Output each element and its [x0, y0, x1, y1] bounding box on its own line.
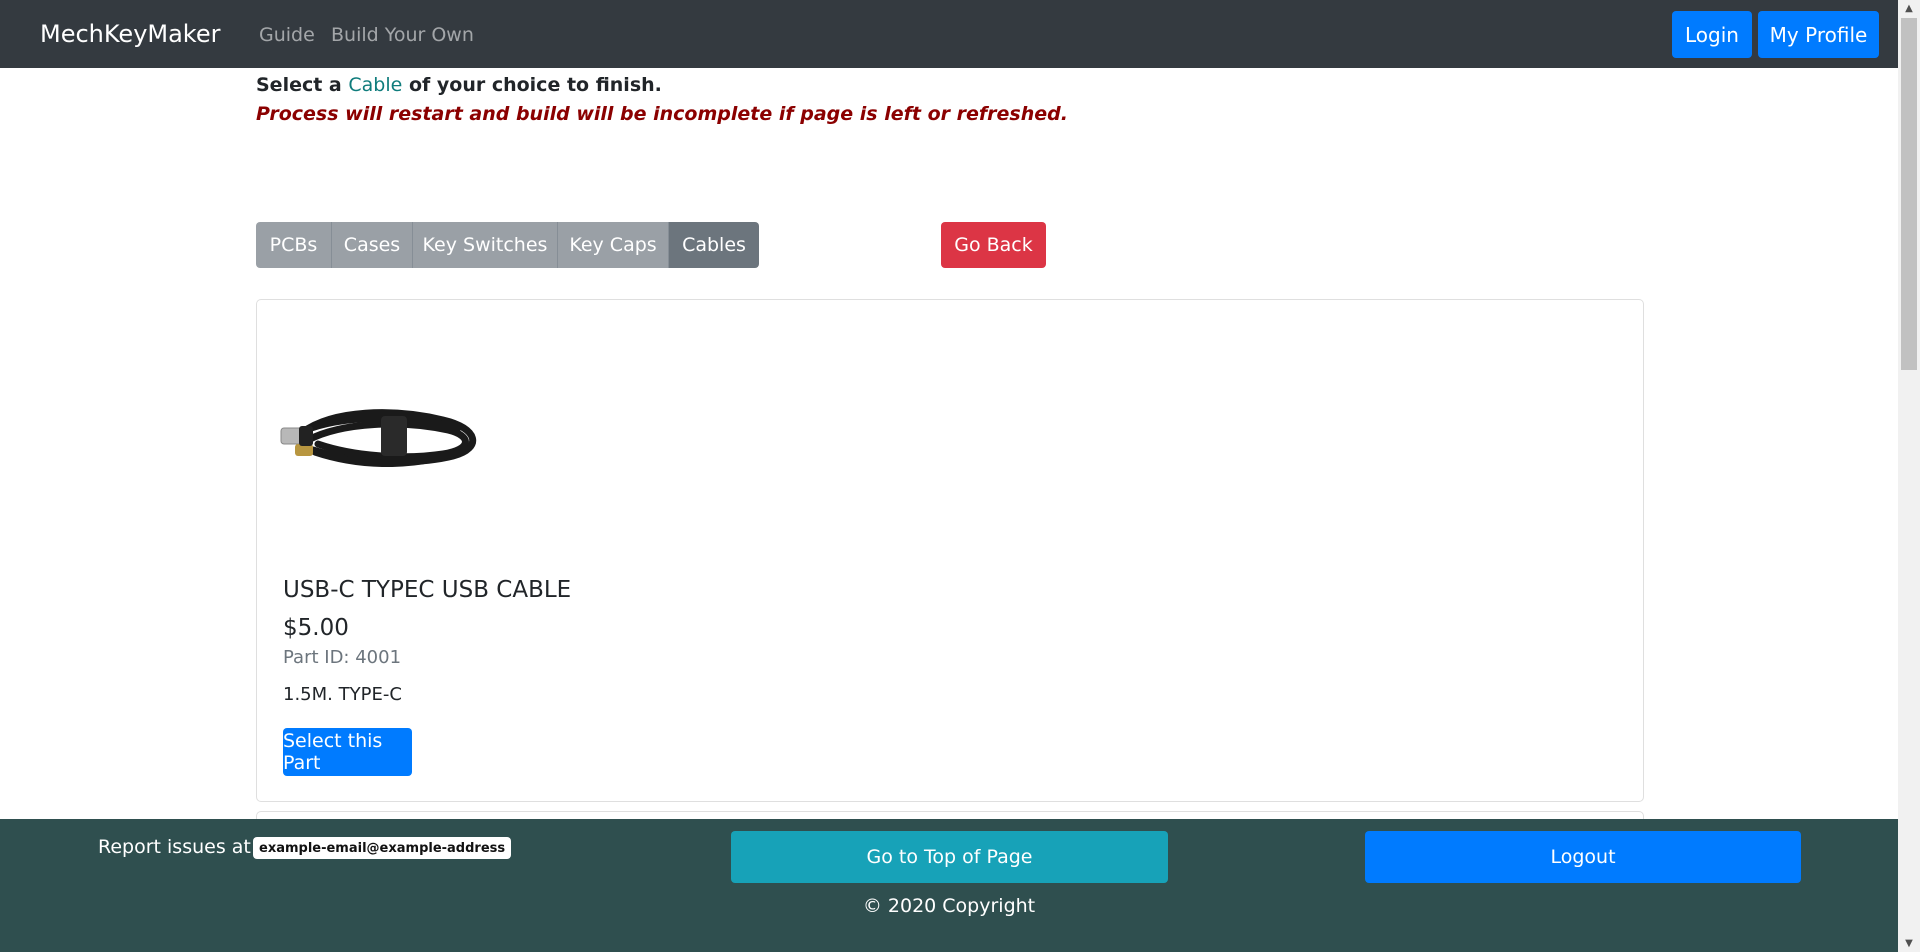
report-email-badge: example-email@example-address: [253, 837, 512, 859]
instruction-highlight: Cable: [348, 74, 403, 96]
tab-pcbs[interactable]: PCBs: [256, 222, 332, 268]
my-profile-button[interactable]: My Profile: [1758, 11, 1879, 58]
login-button[interactable]: Login: [1672, 11, 1752, 58]
tab-key-caps[interactable]: Key Caps: [558, 222, 669, 268]
page-scrollbar[interactable]: ▲ ▼: [1898, 0, 1920, 952]
tab-cables[interactable]: Cables: [669, 222, 759, 268]
product-price: $5.00: [283, 615, 349, 641]
go-to-top-button[interactable]: Go to Top of Page: [731, 831, 1168, 883]
footer: Report issues at example-email@example-a…: [0, 819, 1898, 952]
go-back-button[interactable]: Go Back: [941, 222, 1046, 268]
usb-cable-image: [280, 409, 477, 468]
part-category-tabs: PCBs Cases Key Switches Key Caps Cables: [256, 222, 759, 268]
warning-text: Process will restart and build will be i…: [256, 103, 1068, 125]
nav-link-build-your-own[interactable]: Build Your Own: [331, 24, 474, 46]
instruction-prefix: Select a: [256, 74, 349, 96]
product-part-id: Part ID: 4001: [283, 647, 402, 668]
tab-cases[interactable]: Cases: [332, 222, 413, 268]
product-name: USB-C TYPEC USB CABLE: [283, 577, 572, 603]
tab-key-switches[interactable]: Key Switches: [413, 222, 558, 268]
scrollbar-thumb[interactable]: [1901, 18, 1917, 370]
nav-link-guide[interactable]: Guide: [259, 24, 315, 46]
navbar: MechKeyMaker Guide Build Your Own Login …: [0, 0, 1898, 68]
select-part-button[interactable]: Select this Part: [283, 728, 412, 776]
scroll-up-arrow-icon[interactable]: ▲: [1898, 0, 1920, 17]
scroll-down-arrow-icon[interactable]: ▼: [1898, 935, 1920, 952]
product-description: 1.5M. TYPE-C: [283, 684, 402, 705]
instruction-text: Select a Cable of your choice to finish.: [256, 74, 662, 96]
brand-logo[interactable]: MechKeyMaker: [40, 20, 220, 48]
instruction-suffix: of your choice to finish.: [402, 74, 662, 96]
logout-button[interactable]: Logout: [1365, 831, 1801, 883]
report-issues-label: Report issues at: [98, 836, 251, 858]
product-card: USB-C TYPEC USB CABLE $5.00 Part ID: 400…: [256, 299, 1644, 802]
copyright-text: © 2020 Copyright: [862, 895, 1036, 917]
